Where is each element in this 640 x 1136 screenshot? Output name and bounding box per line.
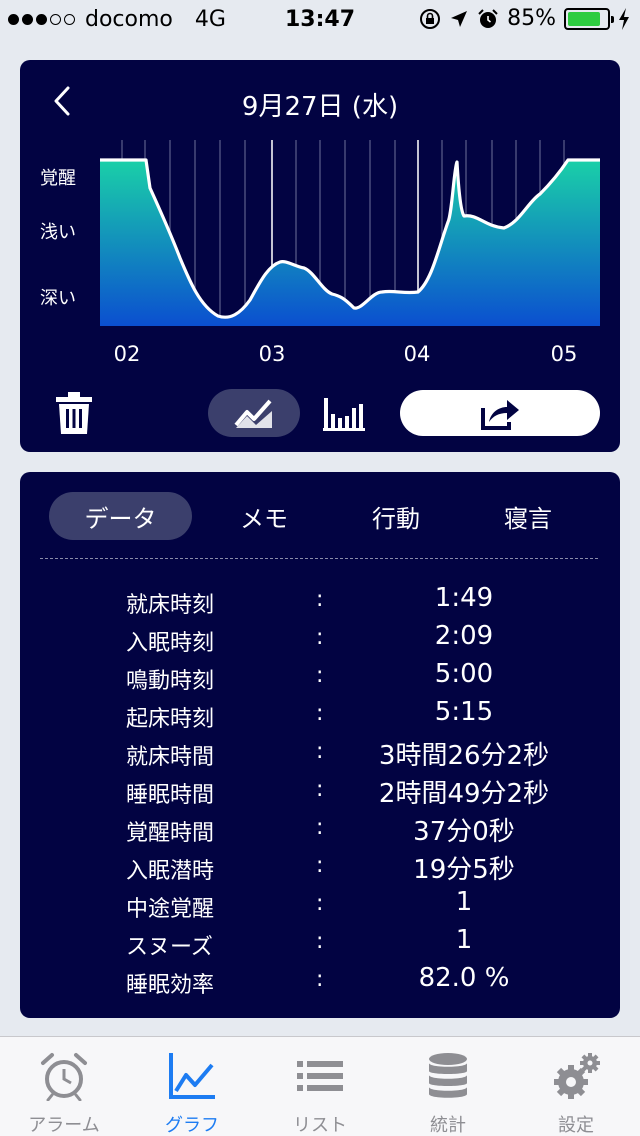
tabbar-item-alarm[interactable]: アラーム bbox=[0, 1037, 128, 1136]
battery-icon bbox=[564, 7, 614, 30]
x-label-03: 03 bbox=[258, 342, 286, 366]
stat-row-mid-awakenings: 中途覚醒:1 bbox=[126, 887, 473, 922]
battery-percent: 85% bbox=[507, 6, 556, 31]
alarm-clock-icon bbox=[41, 1053, 87, 1101]
tabbar-item-stats[interactable]: 統計 bbox=[384, 1037, 512, 1136]
sleep-depth-chart bbox=[100, 140, 600, 326]
x-label-05: 05 bbox=[550, 342, 578, 366]
bottom-tab-bar: アラーム グラフ リスト 統計 設定 bbox=[0, 1036, 640, 1136]
bar-graph-toggle-icon[interactable] bbox=[322, 396, 366, 432]
list-icon bbox=[297, 1061, 343, 1091]
stat-row-sleep-onset: 入眠時刻:2:09 bbox=[126, 621, 494, 656]
tabbar-item-settings[interactable]: 設定 bbox=[512, 1037, 640, 1136]
tab-data[interactable]: データ bbox=[49, 492, 192, 540]
stat-row-time-in-bed: 就床時間:3時間26分2秒 bbox=[126, 739, 550, 771]
stat-row-awake-duration: 覚醒時間:37分0秒 bbox=[126, 815, 515, 847]
share-icon bbox=[481, 400, 519, 430]
x-label-04: 04 bbox=[403, 342, 431, 366]
tab-action[interactable]: 行動 bbox=[336, 492, 456, 540]
x-label-02: 02 bbox=[113, 342, 141, 366]
stat-row-alarm-time: 鳴動時刻:5:00 bbox=[126, 659, 494, 694]
stat-row-snooze: スヌーズ:1 bbox=[126, 925, 473, 960]
tabbar-item-list[interactable]: リスト bbox=[256, 1037, 384, 1136]
location-arrow-icon bbox=[451, 10, 468, 27]
rotation-lock-icon bbox=[420, 8, 441, 29]
stat-row-wake-time: 起床時刻:5:15 bbox=[126, 697, 494, 732]
alarm-icon bbox=[478, 8, 498, 28]
database-icon bbox=[429, 1053, 467, 1098]
graph-date-title: 9月27日 (水) bbox=[241, 92, 399, 122]
gears-icon bbox=[554, 1053, 600, 1099]
line-graph-toggle-button[interactable] bbox=[208, 389, 300, 437]
stat-row-sleep-efficiency: 睡眠効率:82.0 % bbox=[126, 963, 510, 998]
y-label-awake: 覚醒 bbox=[40, 168, 76, 189]
stat-row-bedtime: 就床時刻:1:49 bbox=[126, 583, 494, 618]
tab-memo[interactable]: メモ bbox=[204, 492, 324, 540]
y-label-light: 浅い bbox=[40, 222, 76, 243]
charging-bolt-icon bbox=[619, 7, 629, 30]
line-graph-icon bbox=[234, 399, 272, 428]
dashed-divider bbox=[40, 558, 598, 559]
share-button[interactable] bbox=[400, 390, 600, 436]
line-graph-icon bbox=[169, 1053, 215, 1099]
stat-row-sleep-duration: 睡眠時間:2時間49分2秒 bbox=[126, 777, 550, 809]
stat-row-sleep-latency: 入眠潜時:19分5秒 bbox=[126, 853, 515, 885]
y-label-deep: 深い bbox=[40, 288, 76, 309]
tabbar-item-graph[interactable]: グラフ bbox=[128, 1037, 256, 1136]
status-bar: docomo 4G 13:47 85% bbox=[0, 0, 640, 40]
trash-icon[interactable] bbox=[54, 392, 94, 434]
tab-sleep-talk[interactable]: 寝言 bbox=[468, 492, 588, 540]
